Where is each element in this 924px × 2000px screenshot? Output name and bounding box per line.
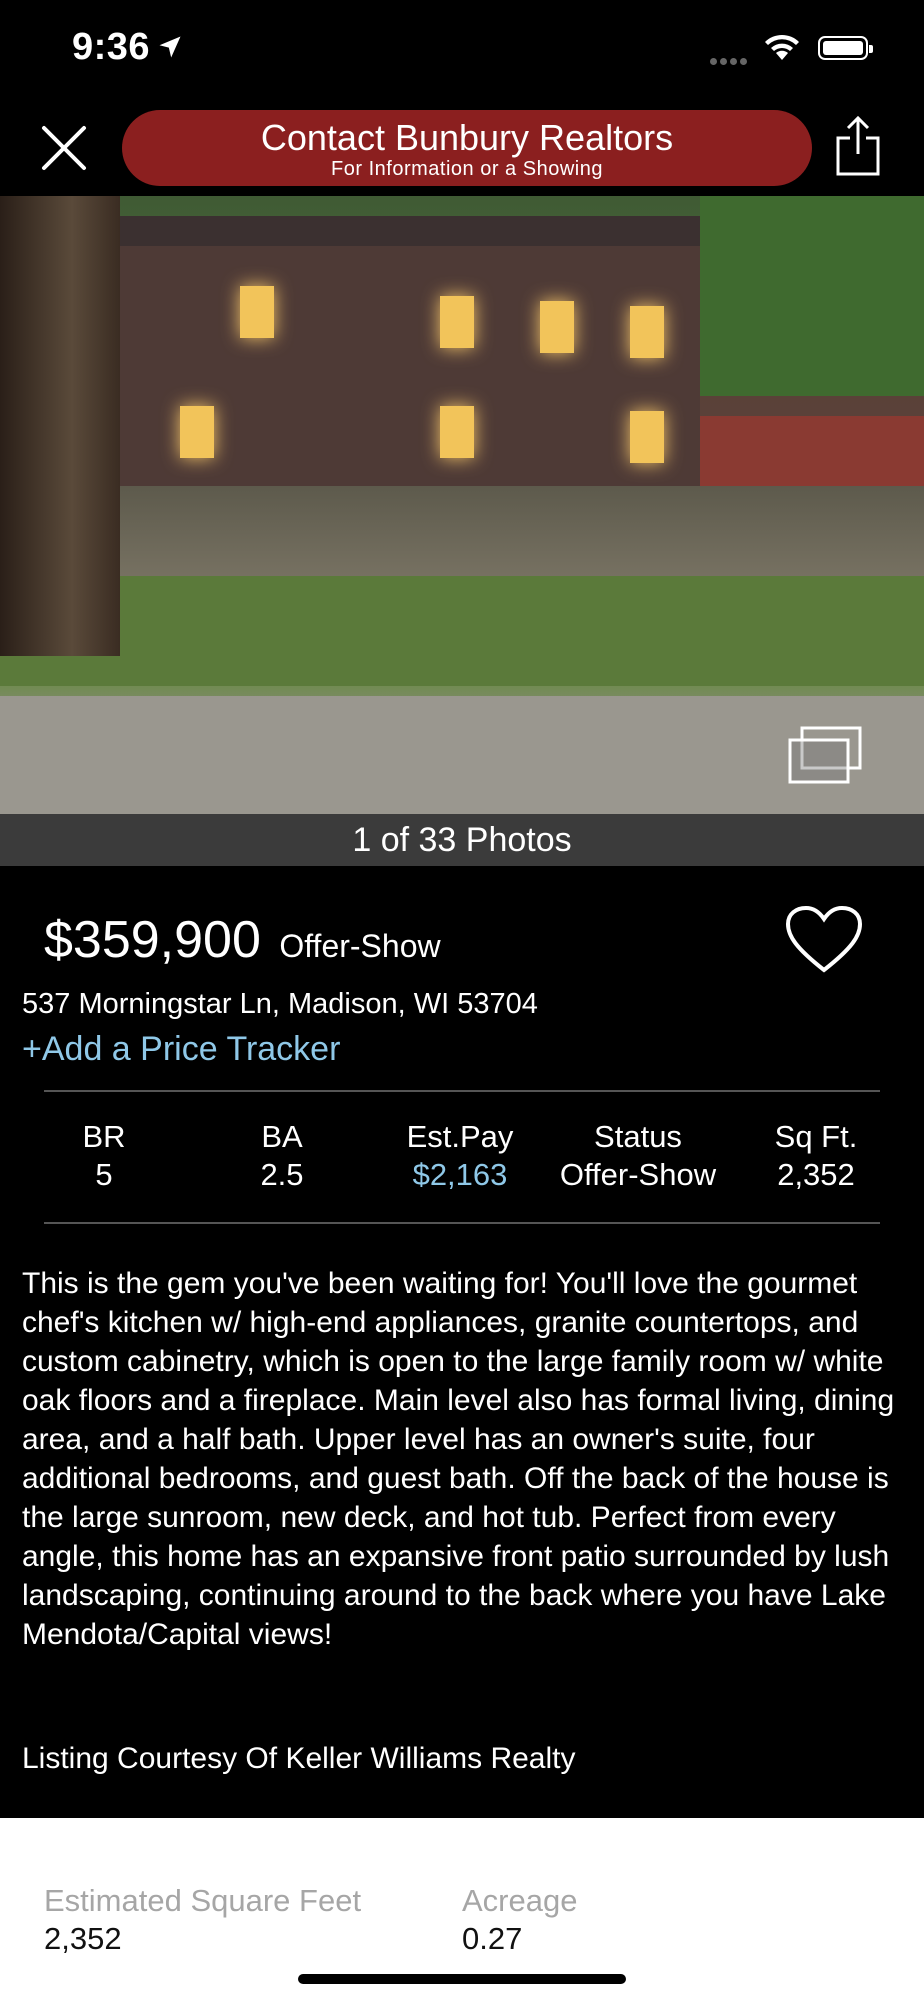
- detail-estimated-square-feet: Estimated Square Feet 2,352: [44, 1882, 361, 1958]
- est-pay-link[interactable]: $2,163: [370, 1156, 550, 1194]
- detail-label: Acreage: [462, 1883, 578, 1918]
- stat-value: 5: [95, 1157, 113, 1192]
- home-indicator[interactable]: [298, 1974, 626, 1984]
- listing-courtesy: Listing Courtesy Of Keller Williams Real…: [22, 1742, 576, 1775]
- photo-counter[interactable]: 1 of 33 Photos: [0, 814, 924, 866]
- gallery-icon[interactable]: [786, 726, 864, 786]
- location-arrow-icon: [159, 36, 181, 58]
- stat-label: BA: [261, 1119, 303, 1154]
- stat-value: Offer-Show: [559, 1157, 717, 1192]
- contact-realtor-button[interactable]: Contact Bunbury Realtors For Information…: [122, 110, 812, 186]
- contact-subtitle: For Information or a Showing: [331, 158, 603, 180]
- listing-price: $359,900: [44, 911, 261, 969]
- add-price-tracker-link[interactable]: +Add a Price Tracker: [22, 1030, 340, 1069]
- heart-icon[interactable]: [784, 904, 864, 976]
- photo-lawn: [0, 576, 924, 686]
- divider: [44, 1222, 880, 1224]
- signal-icon: [710, 52, 750, 70]
- detail-value: 2,352: [44, 1921, 122, 1956]
- details-section: Estimated Square Feet 2,352 Acreage 0.27: [0, 1818, 924, 2000]
- stat-ba: BA 2.5: [192, 1118, 372, 1194]
- close-icon[interactable]: [36, 120, 92, 176]
- status-bar: 9:36: [0, 0, 924, 100]
- wifi-icon: [765, 34, 799, 60]
- share-icon[interactable]: [834, 114, 882, 178]
- stat-label: BR: [82, 1119, 126, 1154]
- detail-label: Estimated Square Feet: [44, 1883, 362, 1918]
- stat-value: 2,352: [777, 1157, 855, 1192]
- listing-photo[interactable]: [0, 196, 924, 814]
- contact-title: Contact Bunbury Realtors: [260, 117, 674, 158]
- listing-description: This is the gem you've been waiting for!…: [22, 1267, 895, 1651]
- nav-bar: Contact Bunbury Realtors For Information…: [0, 100, 924, 196]
- stat-est-pay: Est.Pay $2,163: [370, 1118, 550, 1194]
- stat-label: Est.Pay: [406, 1119, 514, 1154]
- photo-tree-trunk: [0, 196, 120, 656]
- photo-house: [120, 246, 700, 506]
- battery-icon: [818, 36, 873, 60]
- listing-address: 537 Morningstar Ln, Madison, WI 53704: [22, 988, 538, 1020]
- listing-stats: BR 5 BA 2.5 Est.Pay $2,163 Status Offer-…: [44, 1118, 880, 1198]
- stat-br: BR 5: [14, 1118, 194, 1194]
- listing-status: Offer-Show: [279, 928, 441, 964]
- photo-trees: [700, 196, 924, 396]
- detail-value: 0.27: [462, 1921, 523, 1956]
- price-row: $359,900 Offer-Show: [44, 910, 441, 970]
- stat-sqft: Sq Ft. 2,352: [726, 1118, 906, 1194]
- status-time: 9:36: [72, 26, 151, 68]
- stat-value: 2.5: [260, 1157, 304, 1192]
- divider: [44, 1090, 880, 1092]
- stat-label: Sq Ft.: [774, 1119, 858, 1154]
- detail-acreage: Acreage 0.27: [462, 1882, 577, 1958]
- stat-status: Status Offer-Show: [548, 1118, 728, 1194]
- stat-label: Status: [594, 1119, 682, 1154]
